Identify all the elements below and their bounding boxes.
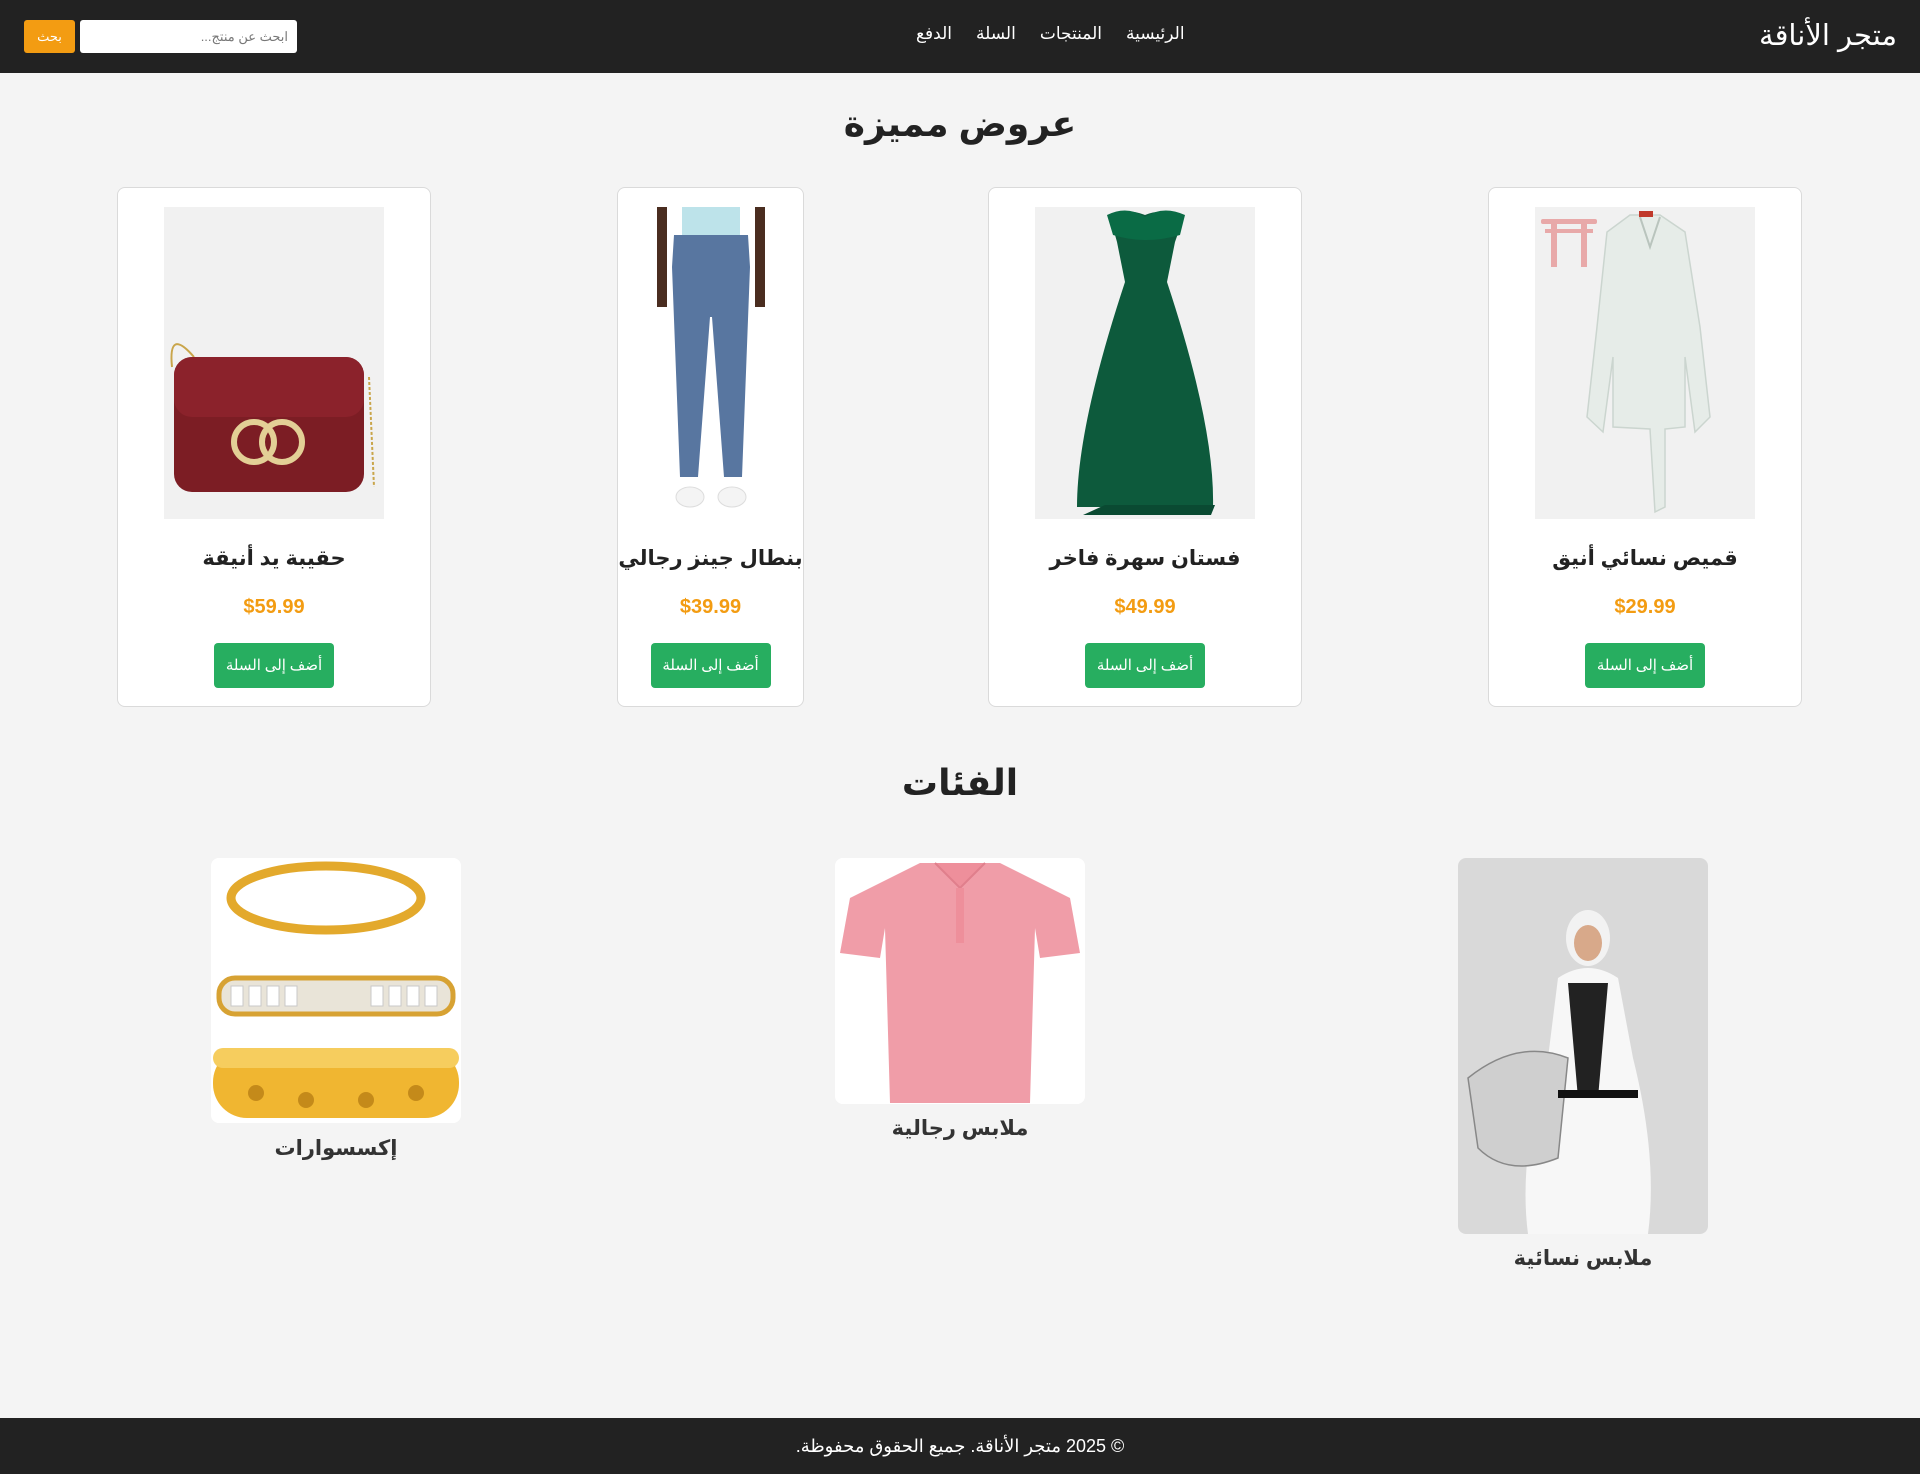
product-name: فستان سهرة فاخر <box>1049 547 1241 570</box>
accessories-image[interactable] <box>211 858 461 1123</box>
site-footer: © 2025 متجر الأناقة. جميع الحقوق محفوظة. <box>0 1418 1920 1474</box>
footer-copyright: © 2025 متجر الأناقة. جميع الحقوق محفوظة. <box>795 1436 1125 1456</box>
add-to-cart-button[interactable]: أضف إلى السلة <box>1585 643 1705 688</box>
product-card: فستان سهرة فاخر $49.99 أضف إلى السلة <box>988 187 1302 707</box>
nav-checkout-link[interactable]: الدفع <box>916 24 952 44</box>
womens-clothing-image[interactable] <box>1458 858 1708 1234</box>
mens-clothing-image[interactable] <box>835 858 1085 1104</box>
evening-dress-image[interactable] <box>1035 207 1255 519</box>
womens-blouse-image[interactable] <box>1535 207 1755 519</box>
add-to-cart-button[interactable]: أضف إلى السلة <box>1085 643 1205 688</box>
nav-home-link[interactable]: الرئيسية <box>1126 24 1185 44</box>
product-price: $39.99 <box>679 596 742 618</box>
product-card: حقيبة يد أنيقة $59.99 أضف إلى السلة <box>117 187 431 707</box>
handbag-image[interactable] <box>164 207 384 519</box>
category-label[interactable]: ملابس رجالية <box>830 1116 1090 1141</box>
product-card: قميص نسائي أنيق $29.99 أضف إلى السلة <box>1488 187 1802 707</box>
product-price: $29.99 <box>1614 596 1676 618</box>
product-name: قميص نسائي أنيق <box>1552 547 1738 570</box>
top-navbar: متجر الأناقة الرئيسية المنتجات السلة الد… <box>0 0 1920 73</box>
search-button[interactable]: بحث <box>24 20 75 53</box>
add-to-cart-button[interactable]: أضف إلى السلة <box>650 643 771 688</box>
product-name: بنطال جينز رجالي <box>618 547 803 570</box>
categories-title: الفئات <box>901 762 1019 803</box>
mens-jeans-image[interactable] <box>651 207 770 519</box>
add-to-cart-button[interactable]: أضف إلى السلة <box>214 643 334 688</box>
category-label[interactable]: ملابس نسائية <box>1453 1246 1713 1271</box>
main-nav: الرئيسية المنتجات السلة الدفع <box>916 24 1185 44</box>
nav-products-link[interactable]: المنتجات <box>1040 24 1102 44</box>
category-label[interactable]: إكسسوارات <box>206 1136 466 1161</box>
product-name: حقيبة يد أنيقة <box>202 547 346 570</box>
product-price: $59.99 <box>243 596 305 618</box>
search-input[interactable] <box>80 20 297 53</box>
product-card: بنطال جينز رجالي $39.99 أضف إلى السلة <box>617 187 804 707</box>
site-brand[interactable]: متجر الأناقة <box>1759 18 1897 53</box>
featured-title: عروض مميزة <box>843 103 1077 144</box>
nav-cart-link[interactable]: السلة <box>976 24 1016 44</box>
product-price: $49.99 <box>1114 596 1176 618</box>
